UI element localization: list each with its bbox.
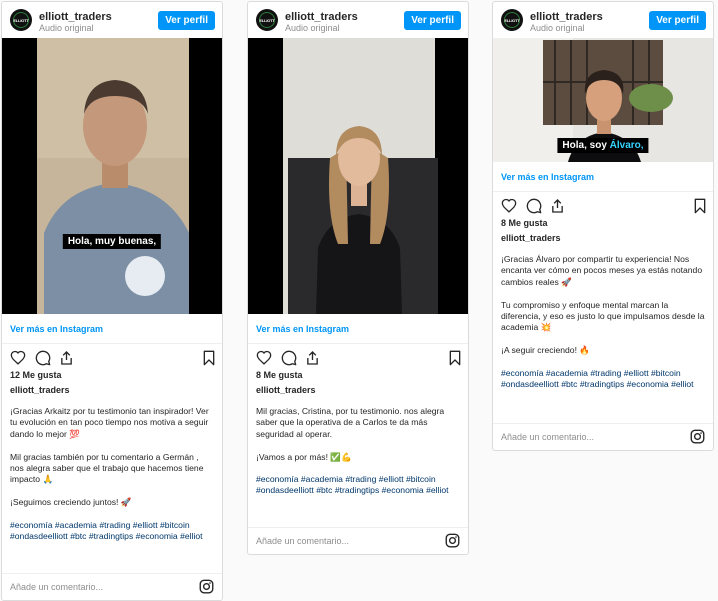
heart-icon[interactable] xyxy=(10,350,26,365)
video-frame xyxy=(248,38,468,314)
share-icon[interactable] xyxy=(59,350,74,366)
avatar-logo-text: ELLIOTT xyxy=(13,17,29,23)
action-bar xyxy=(493,192,713,218)
comment-icon[interactable] xyxy=(35,350,51,366)
hashtags[interactable]: #economía #academia #trading #elliott #b… xyxy=(2,520,222,543)
heart-icon[interactable] xyxy=(501,198,517,213)
hashtags[interactable]: #economía #academia #trading #elliott #b… xyxy=(248,474,468,497)
caption-highlight: Álvaro, xyxy=(609,140,644,151)
avatar[interactable]: ELLIOTT xyxy=(501,9,523,31)
comment-bar: Añade un comentario... xyxy=(248,527,468,554)
post-author[interactable]: elliott_traders xyxy=(2,385,222,395)
like-count[interactable]: 12 Me gusta xyxy=(2,370,222,380)
see-more-instagram-link[interactable]: Ver más en Instagram xyxy=(2,315,222,343)
add-comment-input[interactable]: Añade un comentario... xyxy=(10,582,103,592)
instagram-icon[interactable] xyxy=(199,579,214,594)
instagram-icon[interactable] xyxy=(690,429,705,444)
post-header: ELLIOTT elliott_traders Audio original V… xyxy=(2,2,222,38)
post-header: ELLIOTT elliott_traders Audio original V… xyxy=(248,2,468,38)
bookmark-icon[interactable] xyxy=(694,198,706,214)
video-frame xyxy=(2,38,222,314)
post-author[interactable]: elliott_traders xyxy=(248,385,468,395)
bookmark-icon[interactable] xyxy=(449,350,461,366)
comment-icon[interactable] xyxy=(281,350,297,366)
share-icon[interactable] xyxy=(550,198,565,214)
video-caption: Hola, soy Álvaro, xyxy=(557,138,649,153)
add-comment-input[interactable]: Añade un comentario... xyxy=(501,432,594,442)
username[interactable]: elliott_traders xyxy=(530,11,603,23)
view-profile-button[interactable]: Ver perfil xyxy=(649,11,706,30)
add-comment-input[interactable]: Añade un comentario... xyxy=(256,536,349,546)
view-profile-button[interactable]: Ver perfil xyxy=(158,11,215,30)
avatar[interactable]: ELLIOTT xyxy=(10,9,32,31)
post-text: ¡Gracias Álvaro por compartir tu experie… xyxy=(501,254,705,356)
like-count[interactable]: 8 Me gusta xyxy=(248,370,468,380)
post-card-cristina: ELLIOTT elliott_traders Audio original V… xyxy=(247,1,469,555)
view-profile-button[interactable]: Ver perfil xyxy=(404,11,461,30)
bookmark-icon[interactable] xyxy=(203,350,215,366)
share-icon[interactable] xyxy=(305,350,320,366)
action-bar xyxy=(248,344,468,370)
post-text: ¡Gracias Arkaitz por tu testimonio tan i… xyxy=(10,406,209,508)
see-more-instagram-link[interactable]: Ver más en Instagram xyxy=(248,315,468,343)
instagram-icon[interactable] xyxy=(445,533,460,548)
video-caption: Hola, muy buenas, xyxy=(62,234,162,249)
avatar-logo-text: ELLIOTT xyxy=(504,17,520,23)
post-card-alvaro: ELLIOTT elliott_traders Audio original V… xyxy=(492,1,714,451)
audio-label[interactable]: Audio original xyxy=(39,23,94,33)
post-header: ELLIOTT elliott_traders Audio original V… xyxy=(493,2,713,38)
username[interactable]: elliott_traders xyxy=(39,11,112,23)
username[interactable]: elliott_traders xyxy=(285,11,358,23)
audio-label[interactable]: Audio original xyxy=(285,23,340,33)
comment-bar: Añade un comentario... xyxy=(2,573,222,600)
audio-label[interactable]: Audio original xyxy=(530,23,585,33)
see-more-instagram-link[interactable]: Ver más en Instagram xyxy=(493,163,713,191)
action-bar xyxy=(2,344,222,370)
avatar-logo-text: ELLIOTT xyxy=(259,17,275,23)
video-player[interactable]: Hola, muy buenas, xyxy=(2,38,222,314)
heart-icon[interactable] xyxy=(256,350,272,365)
like-count[interactable]: 8 Me gusta xyxy=(493,218,713,228)
post-author[interactable]: elliott_traders xyxy=(493,233,713,243)
avatar[interactable]: ELLIOTT xyxy=(256,9,278,31)
caption-part-a: Hola, soy xyxy=(562,140,610,151)
post-card-arkaitz: ELLIOTT elliott_traders Audio original V… xyxy=(1,1,223,601)
comment-icon[interactable] xyxy=(526,198,542,214)
video-player[interactable] xyxy=(248,38,468,314)
video-player[interactable]: Hola, soy Álvaro, xyxy=(493,38,713,162)
hashtags[interactable]: #economía #academia #trading #elliott #b… xyxy=(493,368,713,391)
comment-bar: Añade un comentario... xyxy=(493,423,713,450)
post-text: Mil gracias, Cristina, por tu testimonio… xyxy=(256,406,445,462)
